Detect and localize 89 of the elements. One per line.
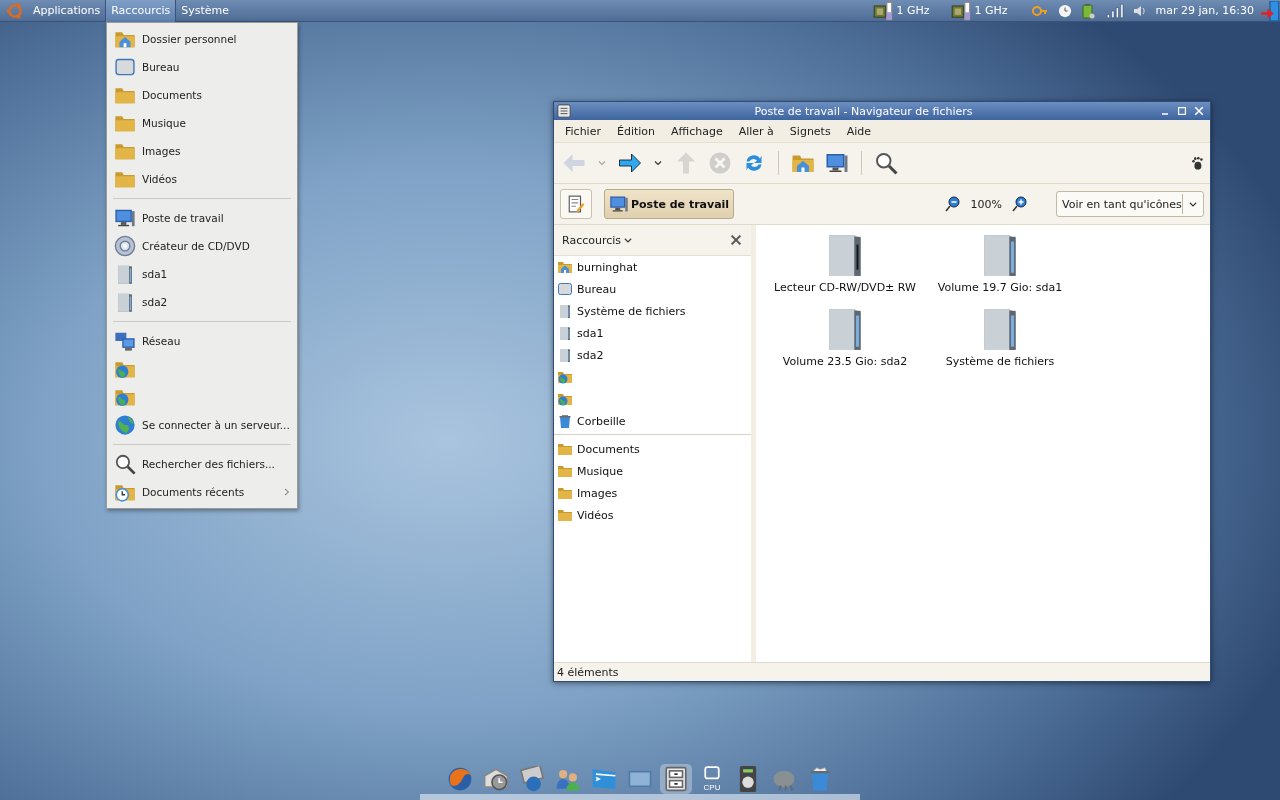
notepad-pencil-icon [567,193,585,215]
caret-icon [1188,199,1198,209]
disc-icon [114,235,136,257]
search-icon[interactable] [874,151,898,175]
sidebar-selector[interactable]: Raccourcis [562,233,634,247]
sidebar-item[interactable]: Système de fichiers [554,300,751,322]
status-bar: 4 éléments [554,662,1210,681]
sidebar-item[interactable]: Vidéos [554,504,751,526]
menu-item[interactable]: Vidéos [107,165,297,193]
drive-icon [557,325,573,341]
menu-bar-item[interactable]: Fichier [557,124,609,138]
sidebar-item[interactable]: Bureau [554,278,751,300]
zoom-out-icon[interactable] [944,196,961,212]
menu-item[interactable]: Poste de travail [107,204,297,232]
menu-item[interactable]: Se connecter à un serveur... [107,411,297,439]
menu-item[interactable]: Dossier personnel [107,25,297,53]
panel-menu[interactable]: Applications [28,0,106,22]
edit-location-button[interactable] [560,189,592,219]
chip-icon [951,0,972,21]
file-item[interactable]: Volume 19.7 Gio: sda1 [930,229,1070,303]
computer-icon [609,194,629,214]
dock-item[interactable]: CPU [696,764,728,794]
sidebar-item[interactable]: Documents [554,438,751,460]
globe-folder-icon [557,391,573,407]
view-dropdown[interactable]: Voir en tant qu'icônes [1056,191,1204,217]
chip-icon [873,0,894,21]
menu-item[interactable]: Images [107,137,297,165]
desktop-icon [557,281,573,297]
forward-arrow-icon[interactable] [618,151,642,175]
footprint-icon[interactable] [1190,155,1204,171]
cpu-frequency: 1 GHz [974,4,1008,17]
network-globe-icon [519,766,545,792]
sidebar-item[interactable]: Corbeille [554,410,751,432]
folder-icon [557,485,573,501]
globe-icon [114,414,136,436]
network-icon [114,330,136,352]
terminal-icon [591,766,617,792]
computer-icon [114,207,136,229]
file-item[interactable]: Volume 23.5 Gio: sda2 [760,303,930,377]
menu-item[interactable]: Documents [107,81,297,109]
cpu-label: CPU [703,784,721,792]
drive-icon [557,347,573,363]
dock-item[interactable] [660,764,692,794]
menu-bar-item[interactable]: Édition [608,124,663,138]
sidebar-item[interactable]: Musique [554,460,751,482]
mail-clock-icon [483,766,509,792]
panel-menu[interactable]: Système [176,0,235,22]
menu-item[interactable]: sda1 [107,260,297,288]
desktop-icon [114,56,136,78]
path-button[interactable]: Poste de travail [604,189,735,219]
folder-icon [557,507,573,523]
trash-icon [557,413,573,429]
file-item[interactable]: Lecteur CD-RW/DVD± RW [760,229,930,303]
window-title: Poste de travail - Navigateur de fichiers [753,104,974,118]
menu-bar-item[interactable]: Affichage [663,124,731,138]
menu-bar-item[interactable]: Aller à [730,124,782,138]
globe-folder-icon [557,369,573,385]
computer-icon[interactable] [825,151,849,175]
sidebar-item[interactable]: Images [554,482,751,504]
house-folder-icon [557,259,573,275]
folder-icon [557,463,573,479]
zoom-level: 100% [970,197,1002,211]
menu-item[interactable]: Réseau [107,327,297,355]
search-icon [114,453,136,475]
sidebar-item[interactable]: sda1 [554,322,751,344]
menu-bar-item[interactable]: Aide [838,124,879,138]
menu-item[interactable]: Bureau [107,53,297,81]
menu-item[interactable]: Documents récents [107,478,297,506]
browser-globe-icon [447,766,473,792]
zoom-in-icon[interactable] [1012,196,1028,212]
drive-icon [557,303,573,319]
file-cabinet-icon [663,766,689,792]
cpu-frequency: 1 GHz [896,4,930,17]
menu-item[interactable]: Créateur de CD/DVD [107,232,297,260]
file-item[interactable]: Système de fichiers [930,303,1070,377]
clock-icon[interactable] [1057,3,1072,18]
caret-icon [623,235,634,245]
window-menu-icon[interactable] [557,104,571,118]
menu-item[interactable]: sda2 [107,288,297,316]
menu-bar-item[interactable]: Signets [781,124,839,138]
maximize-icon[interactable] [1175,105,1188,117]
folder-icon [557,441,573,457]
logout-icon[interactable] [1260,0,1280,21]
menu-item[interactable]: Rechercher des fichiers... [107,450,297,478]
menu-item[interactable]: Musique [107,109,297,137]
close-icon[interactable] [729,233,743,247]
clock[interactable]: mar 29 jan, 16:30 [1155,4,1254,17]
sidebar-item[interactable]: sda2 [554,344,751,366]
sidebar-item[interactable]: burninghat [554,256,751,278]
